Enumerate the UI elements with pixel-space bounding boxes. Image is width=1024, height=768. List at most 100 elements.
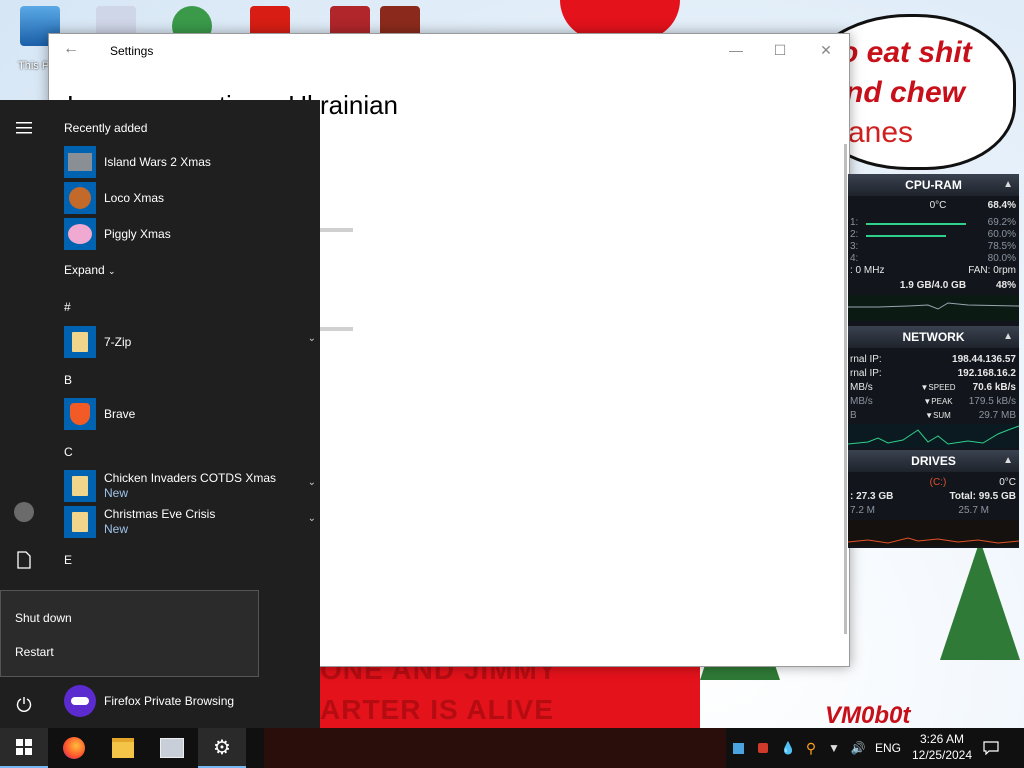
- bubble-line-1: o eat shit: [840, 36, 972, 69]
- this-pc-label[interactable]: This P: [18, 60, 49, 72]
- core-value: 80.0%: [987, 253, 1016, 264]
- collapse-icon[interactable]: ▲: [1003, 174, 1013, 196]
- core-value: 60.0%: [987, 229, 1016, 240]
- upload-sum: B: [850, 410, 857, 421]
- folder-icon: [64, 470, 96, 502]
- expand-button[interactable]: Expand ⌄: [64, 263, 116, 277]
- cpu-temp: 0°C: [929, 200, 947, 211]
- vpn-tray-icon[interactable]: ▼: [825, 728, 843, 768]
- power-context-menu: Shut down Restart: [0, 590, 259, 677]
- start-button[interactable]: [0, 728, 48, 768]
- peak-row: MB/s ▼PEAK 179.5 kB/s: [848, 396, 1019, 408]
- network-title: NETWORK: [902, 330, 965, 344]
- app-firefox-private[interactable]: Firefox Private Browsing: [64, 684, 304, 718]
- photos-app-icon[interactable]: [148, 728, 196, 768]
- core-label: 2:: [850, 229, 859, 240]
- ram-graph: [848, 295, 1020, 321]
- language-indicator[interactable]: ENG: [875, 728, 901, 768]
- drive-free: : 27.3 GB: [850, 491, 894, 502]
- upload-speed: MB/s: [850, 382, 873, 393]
- fan-speed: FAN: 0rpm: [968, 265, 1016, 276]
- file-explorer-icon[interactable]: [99, 728, 147, 768]
- ram-row: 1.9 GB/4.0 GB 48%: [848, 280, 1019, 292]
- wallpaper-signature: VM0b0t: [825, 702, 911, 728]
- drive-io-row: 7.2 M 25.7 M: [848, 505, 1019, 517]
- cpu-ram-header[interactable]: CPU-RAM ▲: [848, 174, 1019, 196]
- tray-app-icon[interactable]: [754, 728, 772, 768]
- hamburger-menu-icon[interactable]: [0, 108, 48, 148]
- drive-read: 7.2 M: [850, 505, 876, 516]
- clock-date: 12/25/2024: [911, 748, 973, 762]
- core-value: 78.5%: [987, 241, 1016, 252]
- cpu-freq-row: : 0 MHz FAN: 0rpm: [848, 265, 1019, 277]
- external-ip-label: rnal IP:: [850, 354, 882, 365]
- app-piggly-xmas[interactable]: Piggly Xmas: [64, 217, 304, 251]
- app-loco-xmas[interactable]: Loco Xmas: [64, 181, 304, 215]
- chevron-down-icon[interactable]: ⌄: [308, 477, 316, 488]
- app-name: Christmas Eve Crisis: [104, 507, 216, 521]
- network-header[interactable]: NETWORK ▲: [848, 326, 1019, 348]
- restart-option[interactable]: Restart: [15, 645, 54, 659]
- section-letter[interactable]: E: [64, 553, 72, 567]
- app-name: Chicken Invaders COTDS Xmas: [104, 471, 277, 485]
- collapse-icon[interactable]: ▲: [1003, 326, 1013, 348]
- ram-usage: 1.9 GB/4.0 GB: [899, 280, 967, 291]
- sum-label: ▼SUM: [925, 411, 951, 420]
- app-island-wars[interactable]: Island Wars 2 Xmas: [64, 145, 304, 179]
- notifications-icon[interactable]: [982, 728, 1000, 768]
- expand-label: Expand: [64, 263, 105, 277]
- documents-icon[interactable]: [0, 540, 48, 580]
- app-7zip[interactable]: 7-Zip ⌄: [64, 325, 316, 359]
- drive-write: 25.7 M: [958, 505, 989, 516]
- scrollbar[interactable]: [844, 144, 847, 634]
- tray-drop-icon[interactable]: 💧: [780, 728, 796, 768]
- taskbar-wallpaper-strip: [264, 728, 726, 768]
- drive-label: (C:): [929, 477, 947, 488]
- maximize-button[interactable]: ☐: [757, 38, 803, 62]
- system-monitor-gadget: CPU-RAM ▲ 0°C 68.4% 1: 69.2% 2: 60.0% 3:…: [847, 174, 1020, 548]
- section-letter[interactable]: B: [64, 373, 72, 387]
- chevron-down-icon[interactable]: ⌄: [308, 513, 316, 524]
- section-letter[interactable]: #: [64, 300, 71, 314]
- new-badge: New: [104, 486, 129, 500]
- upload-peak: MB/s: [850, 396, 873, 407]
- drive-graph-line: [847, 537, 1020, 544]
- volume-icon[interactable]: 🔊: [849, 728, 867, 768]
- back-arrow-icon[interactable]: ←: [63, 40, 79, 58]
- new-badge: New: [104, 522, 129, 536]
- drives-header[interactable]: DRIVES ▲: [848, 450, 1019, 472]
- shut-down-option[interactable]: Shut down: [15, 611, 72, 625]
- drive-graph: [847, 520, 1020, 546]
- taskbar: ⚙ 💧 ⚲ ▼ 🔊 ENG 3:26 AM 12/25/2024: [0, 728, 1024, 768]
- collapse-icon[interactable]: ▲: [1003, 450, 1013, 472]
- peak-label-text: PEAK: [931, 397, 953, 406]
- search-tray-icon[interactable]: ⚲: [802, 728, 820, 768]
- window-title: Settings: [110, 44, 154, 58]
- firefox-taskbar-icon[interactable]: [50, 728, 98, 768]
- app-name: 7-Zip: [104, 335, 132, 349]
- drive-row: (C:) 0°C: [848, 477, 1019, 489]
- app-name: Loco Xmas: [104, 191, 165, 205]
- app-chicken-invaders[interactable]: Chicken Invaders COTDS Xmas New ⌄: [64, 469, 316, 503]
- app-christmas-eve-crisis[interactable]: Christmas Eve Crisis New ⌄: [64, 505, 316, 539]
- section-letter[interactable]: C: [64, 445, 73, 459]
- core-row: 3: 78.5%: [848, 241, 1019, 253]
- tray-app-icon[interactable]: [730, 728, 746, 768]
- folder-icon: [64, 326, 96, 358]
- chevron-down-icon[interactable]: ⌄: [308, 333, 316, 344]
- firefox-private-icon: [64, 685, 96, 717]
- power-icon[interactable]: [0, 684, 48, 724]
- user-account-icon[interactable]: [0, 492, 48, 532]
- taskbar-clock[interactable]: 3:26 AM 12/25/2024: [906, 731, 978, 763]
- settings-titlebar[interactable]: ← Settings — ☐ ✕: [49, 34, 849, 66]
- core-bar: [866, 223, 966, 225]
- minimize-button[interactable]: —: [713, 38, 759, 62]
- settings-taskbar-icon[interactable]: ⚙: [198, 728, 246, 768]
- cpu-freq: : 0 MHz: [850, 265, 885, 276]
- close-button[interactable]: ✕: [803, 38, 849, 62]
- app-brave[interactable]: Brave: [64, 397, 304, 431]
- windows-logo-icon: [16, 739, 32, 755]
- core-label: 4:: [850, 253, 859, 264]
- app-name: Brave: [104, 407, 136, 421]
- start-menu: Recently added Island Wars 2 Xmas Loco X…: [0, 100, 320, 728]
